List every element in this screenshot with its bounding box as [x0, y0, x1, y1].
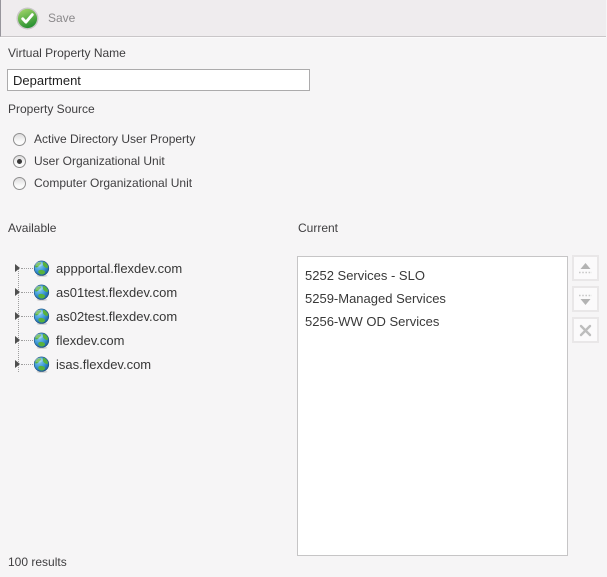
tree-item-label: appportal.flexdev.com: [56, 261, 182, 276]
radio-option-computer-ou[interactable]: Computer Organizational Unit: [13, 172, 195, 194]
radio-icon: [13, 177, 26, 190]
triangle-right-icon[interactable]: [15, 336, 20, 344]
tree-item-isas[interactable]: isas.flexdev.com: [12, 352, 292, 376]
triangle-right-icon[interactable]: [15, 360, 20, 368]
toolbar: Save: [0, 0, 606, 37]
current-label: Current: [298, 221, 338, 235]
tree-connector: [21, 292, 33, 293]
save-button-label: Save: [48, 11, 75, 25]
tree-connector: [21, 316, 33, 317]
tree-item-label: as02test.flexdev.com: [56, 309, 177, 324]
virtual-property-name-label: Virtual Property Name: [8, 46, 126, 60]
virtual-property-editor: Save Virtual Property Name Property Sour…: [0, 0, 607, 577]
globe-icon: [33, 308, 50, 325]
triangle-right-icon[interactable]: [15, 288, 20, 296]
tree-connector: [21, 268, 33, 269]
move-down-button[interactable]: [572, 286, 599, 312]
available-label: Available: [8, 221, 56, 235]
triangle-right-icon[interactable]: [15, 264, 20, 272]
tree-item-label: flexdev.com: [56, 333, 124, 348]
globe-icon: [33, 284, 50, 301]
radio-option-user-ou[interactable]: User Organizational Unit: [13, 150, 195, 172]
tree-item-flexdev[interactable]: flexdev.com: [12, 328, 292, 352]
radio-option-label: Computer Organizational Unit: [34, 176, 192, 190]
property-source-options: Active Directory User Property User Orga…: [13, 128, 195, 194]
current-list-item[interactable]: 5259-Managed Services: [298, 287, 567, 310]
radio-selected-icon: [13, 155, 26, 168]
move-up-button[interactable]: [572, 255, 599, 281]
tree-item-as02test[interactable]: as02test.flexdev.com: [12, 304, 292, 328]
results-count: 100 results: [8, 555, 67, 569]
arrow-up-icon: [578, 262, 593, 275]
save-check-icon: [16, 7, 39, 30]
tree-item-label: isas.flexdev.com: [56, 357, 151, 372]
remove-button[interactable]: [572, 317, 599, 343]
radio-option-label: Active Directory User Property: [34, 132, 195, 146]
triangle-right-icon[interactable]: [15, 312, 20, 320]
arrow-down-icon: [578, 293, 593, 306]
save-button[interactable]: Save: [10, 5, 81, 32]
radio-option-label: User Organizational Unit: [34, 154, 165, 168]
radio-option-ad-user-property[interactable]: Active Directory User Property: [13, 128, 195, 150]
x-icon: [579, 324, 592, 337]
current-list-actions: [572, 255, 599, 343]
globe-icon: [33, 356, 50, 373]
property-source-label: Property Source: [8, 102, 95, 116]
tree-item-as01test[interactable]: as01test.flexdev.com: [12, 280, 292, 304]
radio-icon: [13, 133, 26, 146]
virtual-property-name-input[interactable]: [7, 69, 310, 91]
tree-item-appportal[interactable]: appportal.flexdev.com: [12, 256, 292, 280]
current-list-item[interactable]: 5256-WW OD Services: [298, 310, 567, 333]
available-tree: appportal.flexdev.com as01test.flexdev.c…: [12, 256, 292, 376]
tree-connector: [21, 364, 33, 365]
current-list[interactable]: 5252 Services - SLO 5259-Managed Service…: [297, 256, 568, 556]
tree-connector: [21, 340, 33, 341]
current-list-item[interactable]: 5252 Services - SLO: [298, 264, 567, 287]
globe-icon: [33, 260, 50, 277]
tree-item-label: as01test.flexdev.com: [56, 285, 177, 300]
globe-icon: [33, 332, 50, 349]
